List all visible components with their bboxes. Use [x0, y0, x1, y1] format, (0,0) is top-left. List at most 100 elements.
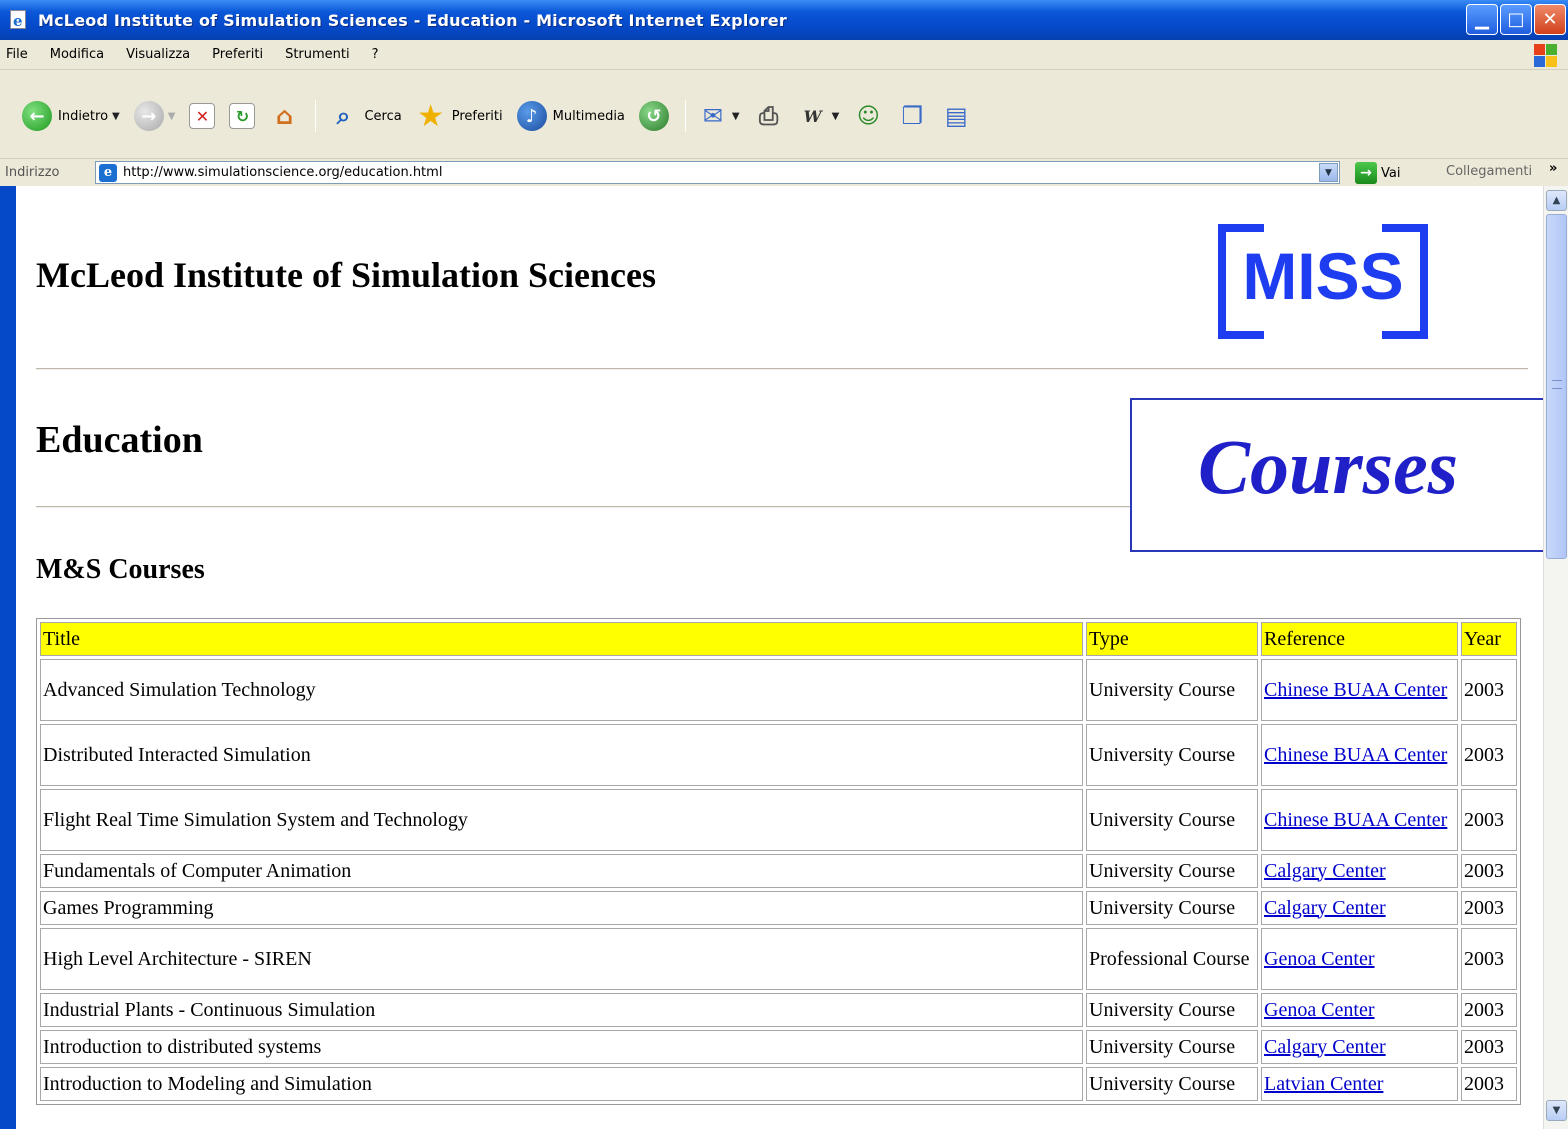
callout-text: Courses [1198, 423, 1459, 510]
copy-button[interactable]: ❐ [897, 101, 927, 131]
refresh-button[interactable]: ↻ [229, 103, 256, 129]
minimize-icon: ▁ [1475, 9, 1489, 30]
menu-preferiti[interactable]: Preferiti [212, 47, 263, 62]
course-title: Advanced Simulation Technology [40, 659, 1083, 721]
menu-help[interactable]: ? [372, 47, 379, 62]
messenger-icon: ☺ [856, 103, 880, 129]
reference-link[interactable]: Calgary Center [1264, 1036, 1386, 1058]
mail-icon: ✉ [702, 102, 723, 130]
close-icon: ✕ [1542, 9, 1558, 30]
course-type: University Course [1086, 1030, 1258, 1064]
chevron-right-icon[interactable]: » [1549, 161, 1557, 176]
scroll-down-button[interactable]: ▼ [1546, 1100, 1567, 1121]
course-title: High Level Architecture - SIREN [40, 928, 1083, 990]
maximize-button[interactable]: □ [1500, 4, 1532, 35]
course-type: University Course [1086, 854, 1258, 888]
reference-link[interactable]: Chinese BUAA Center [1264, 809, 1447, 831]
chevron-down-icon[interactable]: ▼ [1319, 163, 1338, 182]
media-icon: ♪ [516, 101, 547, 131]
column-header-type: Type [1086, 622, 1258, 656]
course-type: University Course [1086, 993, 1258, 1027]
course-year: 2003 [1461, 854, 1517, 888]
stop-button[interactable]: ✕ [189, 103, 216, 129]
vertical-scrollbar[interactable]: ▲ ▼ [1543, 186, 1568, 1129]
word-icon: W [803, 106, 822, 126]
history-button[interactable]: ↺ [638, 101, 669, 131]
menu-modifica[interactable]: Modifica [50, 47, 104, 62]
paste-button[interactable]: ▤ [941, 101, 971, 131]
address-label: Indirizzo [5, 165, 60, 180]
close-button[interactable]: ✕ [1534, 4, 1566, 35]
course-year: 2003 [1461, 659, 1517, 721]
forward-arrow-icon: → [133, 101, 164, 131]
grip-icon [1552, 380, 1562, 389]
divider [36, 506, 1136, 508]
back-button[interactable]: ← Indietro ▼ [22, 101, 120, 131]
minimize-button[interactable]: ▁ [1466, 4, 1498, 35]
maximize-icon: □ [1507, 9, 1525, 30]
forward-button[interactable]: → ▼ [133, 101, 176, 131]
table-row: Introduction to Modeling and Simulation … [40, 1067, 1517, 1101]
paste-icon: ▤ [944, 102, 968, 130]
column-header-year: Year [1461, 622, 1517, 656]
standard-toolbar: ← Indietro ▼ → ▼ ✕ ↻ ⌂ ⌕ Cerca ★ Preferi… [0, 70, 1568, 158]
course-type: University Course [1086, 789, 1258, 851]
chevron-down-icon[interactable]: ▼ [732, 111, 740, 122]
course-title: Flight Real Time Simulation System and T… [40, 789, 1083, 851]
printer-icon: ⎙ [759, 102, 779, 130]
print-button[interactable]: ⎙ [754, 101, 784, 131]
favorites-button[interactable]: ★ Preferiti [416, 98, 502, 134]
chevron-down-icon[interactable]: ▼ [832, 111, 840, 122]
miss-logo: MISS [1218, 224, 1428, 339]
star-icon: ★ [417, 98, 445, 134]
column-header-reference: Reference [1261, 622, 1458, 656]
course-type: University Course [1086, 724, 1258, 786]
mail-button[interactable]: ✉ ▼ [698, 101, 740, 131]
messenger-button[interactable]: ☺ [853, 101, 883, 131]
course-year: 2003 [1461, 724, 1517, 786]
menu-strumenti[interactable]: Strumenti [285, 47, 350, 62]
search-label: Cerca [364, 108, 402, 124]
address-input[interactable]: e http://www.simulationscience.org/educa… [95, 161, 1340, 184]
reference-link[interactable]: Chinese BUAA Center [1264, 679, 1447, 701]
course-type: University Course [1086, 1067, 1258, 1101]
window-frame [0, 186, 16, 1129]
menu-visualizza[interactable]: Visualizza [126, 47, 190, 62]
scroll-up-button[interactable]: ▲ [1546, 190, 1567, 211]
reference-link[interactable]: Chinese BUAA Center [1264, 744, 1447, 766]
scroll-thumb[interactable] [1546, 214, 1567, 559]
search-button[interactable]: ⌕ Cerca [328, 101, 402, 131]
course-year: 2003 [1461, 789, 1517, 851]
history-icon: ↺ [638, 101, 669, 131]
course-year: 2003 [1461, 993, 1517, 1027]
address-url[interactable]: http://www.simulationscience.org/educati… [123, 165, 442, 180]
reference-link[interactable]: Latvian Center [1264, 1073, 1383, 1095]
courses-table: Title Type Reference Year Advanced Simul… [36, 618, 1521, 1105]
back-arrow-icon: ← [22, 101, 52, 131]
ie-page-icon: e [99, 163, 117, 182]
windows-flag-icon [1532, 42, 1558, 68]
course-type: University Course [1086, 891, 1258, 925]
window-titlebar[interactable]: e McLeod Institute of Simulation Science… [0, 0, 1568, 40]
media-button[interactable]: ♪ Multimedia [516, 101, 625, 131]
chevron-down-icon[interactable]: ▼ [168, 111, 176, 122]
menu-file[interactable]: File [6, 47, 28, 62]
table-row: Fundamentals of Computer Animation Unive… [40, 854, 1517, 888]
reference-link[interactable]: Calgary Center [1264, 860, 1386, 882]
chevron-up-icon: ▲ [1552, 195, 1561, 206]
toolbar-separator [684, 100, 686, 132]
home-button[interactable]: ⌂ [269, 101, 299, 131]
reference-link[interactable]: Genoa Center [1264, 948, 1375, 970]
course-type: Professional Course [1086, 928, 1258, 990]
chevron-down-icon[interactable]: ▼ [112, 111, 120, 122]
stop-icon: ✕ [189, 103, 216, 129]
links-label[interactable]: Collegamenti [1446, 164, 1532, 179]
logo-text: MISS [1242, 239, 1404, 313]
reference-link[interactable]: Calgary Center [1264, 897, 1386, 919]
reference-link[interactable]: Genoa Center [1264, 999, 1375, 1021]
go-button[interactable]: → Vai [1355, 162, 1400, 184]
edit-button[interactable]: W ▼ [798, 101, 840, 131]
course-title: Fundamentals of Computer Animation [40, 854, 1083, 888]
window-title: McLeod Institute of Simulation Sciences … [38, 10, 787, 30]
back-label: Indietro [58, 108, 109, 124]
